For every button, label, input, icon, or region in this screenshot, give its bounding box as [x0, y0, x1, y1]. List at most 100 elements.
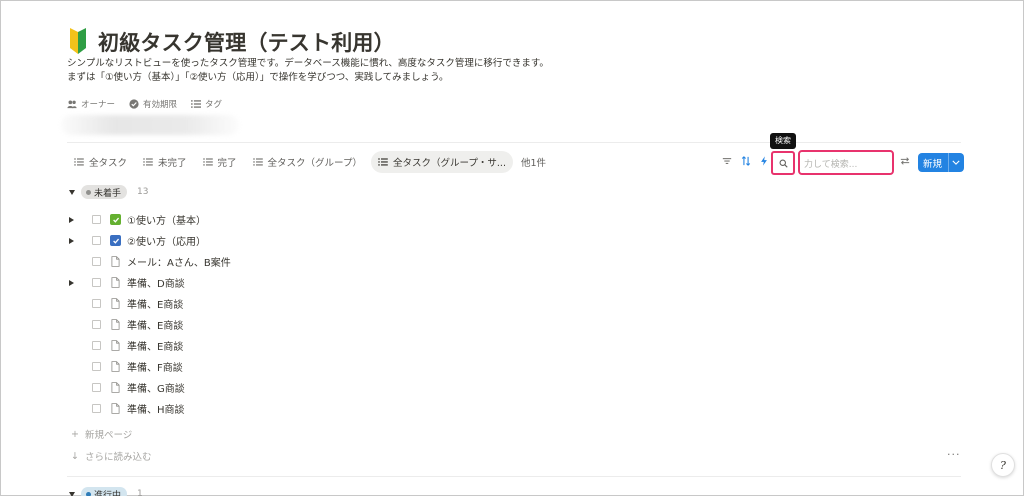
status-label: 進行中	[94, 490, 122, 496]
search-input[interactable]	[800, 154, 892, 176]
task-list: ①使い方（基本） ②使い方（応用） メール：Aさん、B案件 準備、D商談 準備、…	[69, 209, 469, 419]
blurred-property-values	[61, 115, 239, 135]
title-row: 初級タスク管理（テスト利用）	[67, 27, 395, 57]
status-badge: 進行中	[81, 487, 128, 496]
help-button[interactable]: ?	[991, 453, 1015, 477]
page-icon	[110, 382, 121, 393]
toggle-icon[interactable]	[69, 216, 83, 223]
page-icon	[110, 361, 121, 372]
list-item[interactable]: 準備、E商談	[69, 293, 469, 314]
list-item[interactable]: 準備、E商談	[69, 335, 469, 356]
list-view-icon	[378, 158, 388, 166]
blue-check-icon	[110, 235, 121, 246]
task-checkbox[interactable]	[92, 278, 101, 287]
list-item[interactable]: 準備、D商談	[69, 272, 469, 293]
status-badge: 未着手	[81, 185, 128, 199]
task-checkbox[interactable]	[92, 257, 101, 266]
list-item[interactable]: ①使い方（基本）	[69, 209, 469, 230]
list-icon	[191, 100, 202, 108]
search-icon	[779, 159, 788, 168]
tab-more[interactable]: 他1件	[521, 155, 546, 169]
tab-label: 完了	[217, 158, 237, 169]
page-icon	[110, 319, 121, 330]
status-label: 未着手	[94, 188, 122, 199]
group-collapse-icon[interactable]	[69, 189, 75, 195]
property-due-date-label: 有効期限	[143, 100, 178, 110]
task-title[interactable]: 準備、F商談	[127, 359, 183, 374]
task-checkbox[interactable]	[92, 362, 101, 371]
task-checkbox[interactable]	[92, 299, 101, 308]
list-view-icon	[143, 158, 153, 166]
task-title[interactable]: 準備、G商談	[127, 380, 185, 395]
tab-all-tasks-group[interactable]: 全タスク（グループ）	[246, 151, 369, 173]
tab-all-tasks[interactable]: 全タスク	[67, 151, 134, 173]
arrow-down-icon: ↓	[71, 450, 79, 462]
chevron-down-icon[interactable]	[949, 160, 963, 165]
page-frame: 初級タスク管理（テスト利用） シンプルなリストビューを使ったタスク管理です。デー…	[0, 0, 1024, 496]
list-item[interactable]: 準備、E商談	[69, 314, 469, 335]
task-checkbox[interactable]	[92, 404, 101, 413]
load-more-button[interactable]: ↓ さらに読み込む	[71, 449, 152, 464]
task-title[interactable]: 準備、E商談	[127, 296, 183, 311]
task-checkbox[interactable]	[92, 236, 101, 245]
load-more-label: さらに読み込む	[84, 452, 152, 463]
task-checkbox[interactable]	[92, 320, 101, 329]
page-icon	[110, 277, 121, 288]
group-header-not-started[interactable]: 未着手 13	[69, 185, 148, 199]
tab-label: 未完了	[158, 158, 187, 169]
toggle-icon[interactable]	[69, 279, 83, 286]
check-circle-icon	[129, 99, 139, 109]
new-page-button[interactable]: + 新規ページ	[71, 427, 132, 442]
task-title[interactable]: 準備、D商談	[127, 275, 185, 290]
task-title[interactable]: 準備、E商談	[127, 338, 183, 353]
page-icon	[110, 256, 121, 267]
group-collapse-icon[interactable]	[69, 491, 75, 496]
new-button[interactable]: 新規	[918, 153, 964, 172]
list-item[interactable]: 準備、F商談	[69, 356, 469, 377]
plus-icon: +	[71, 428, 79, 440]
task-title[interactable]: ②使い方（応用）	[127, 233, 206, 248]
task-title[interactable]: 準備、E商談	[127, 317, 183, 332]
task-title[interactable]: 準備、H商談	[127, 401, 185, 416]
toggle-icon[interactable]	[69, 237, 83, 244]
property-tag[interactable]: タグ	[191, 98, 222, 110]
list-view-icon	[74, 158, 84, 166]
tab-all-tasks-group-sub[interactable]: 全タスク（グループ・サ...	[370, 151, 513, 173]
divider	[67, 142, 961, 143]
search-field[interactable]	[798, 150, 894, 176]
task-checkbox[interactable]	[92, 215, 101, 224]
list-view-icon	[252, 158, 263, 166]
page-icon	[110, 298, 121, 309]
list-item[interactable]: メール：Aさん、B案件	[69, 251, 469, 272]
divider	[67, 476, 961, 477]
view-settings-icon[interactable]	[896, 151, 914, 171]
status-dot	[86, 491, 91, 496]
property-owner[interactable]: オーナー	[67, 98, 115, 110]
description-line-1: シンプルなリストビューを使ったタスク管理です。データベース機能に慣れ、高度なタス…	[67, 58, 549, 69]
property-owner-label: オーナー	[81, 100, 116, 110]
list-view-icon	[202, 158, 213, 166]
help-icon: ?	[1000, 458, 1006, 472]
task-checkbox[interactable]	[92, 341, 101, 350]
task-checkbox[interactable]	[92, 383, 101, 392]
page-title[interactable]: 初級タスク管理（テスト利用）	[98, 27, 395, 57]
task-title[interactable]: メール：Aさん、B案件	[127, 254, 231, 269]
group-header-in-progress[interactable]: 進行中 1	[69, 487, 143, 496]
list-item[interactable]: 準備、H商談	[69, 398, 469, 419]
tab-complete[interactable]: 完了	[196, 151, 244, 173]
task-title[interactable]: ①使い方（基本）	[127, 212, 206, 227]
page-description: シンプルなリストビューを使ったタスク管理です。データベース機能に慣れ、高度なタス…	[67, 57, 549, 85]
tab-label: 全タスク（グループ）	[267, 158, 362, 169]
filter-icon[interactable]	[718, 151, 736, 171]
sort-icon[interactable]	[737, 151, 755, 171]
page-icon	[110, 403, 121, 414]
beginner-mark-icon[interactable]	[67, 28, 89, 56]
search-button[interactable]	[771, 151, 795, 175]
group-count: 13	[137, 187, 149, 197]
list-item[interactable]: ②使い方（応用）	[69, 230, 469, 251]
property-due-date[interactable]: 有効期限	[129, 98, 177, 110]
more-options-icon[interactable]: ···	[947, 448, 961, 461]
page-icon	[110, 340, 121, 351]
list-item[interactable]: 準備、G商談	[69, 377, 469, 398]
tab-incomplete[interactable]: 未完了	[136, 151, 194, 173]
